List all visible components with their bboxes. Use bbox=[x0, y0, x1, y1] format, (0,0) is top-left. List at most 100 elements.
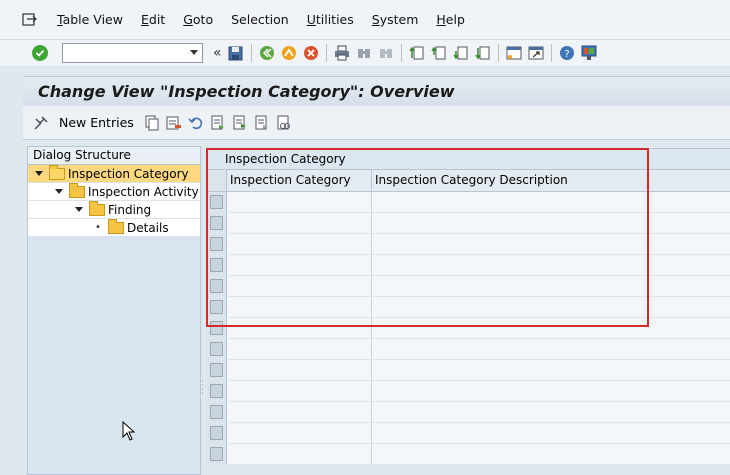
enter-check-icon[interactable] bbox=[32, 45, 48, 61]
select-all-rows-button[interactable] bbox=[207, 170, 227, 191]
tree-item-details[interactable]: • Details bbox=[28, 218, 200, 237]
cell-description[interactable] bbox=[372, 234, 730, 254]
cell-inspection-category[interactable] bbox=[227, 213, 372, 233]
cell-description[interactable] bbox=[372, 213, 730, 233]
cell-inspection-category[interactable] bbox=[227, 423, 372, 443]
undo-icon[interactable] bbox=[188, 115, 204, 131]
find-next-icon[interactable] bbox=[378, 45, 394, 61]
previous-page-icon[interactable] bbox=[430, 45, 447, 61]
copy-as-icon[interactable] bbox=[144, 115, 160, 131]
cancel-icon[interactable] bbox=[303, 45, 319, 61]
row-select-button[interactable] bbox=[207, 234, 227, 254]
back-icon[interactable] bbox=[259, 45, 275, 61]
find-icon[interactable] bbox=[356, 45, 372, 61]
table-row[interactable] bbox=[207, 213, 730, 234]
cell-description[interactable] bbox=[372, 381, 730, 401]
cell-inspection-category[interactable] bbox=[227, 339, 372, 359]
help-icon[interactable]: ? bbox=[559, 45, 575, 61]
expanded-triangle-icon[interactable] bbox=[75, 207, 83, 212]
collapse-command-icon[interactable]: « bbox=[213, 45, 222, 61]
table-row[interactable] bbox=[207, 444, 730, 465]
cell-inspection-category[interactable] bbox=[227, 318, 372, 338]
row-select-button[interactable] bbox=[207, 423, 227, 443]
menu-goto[interactable]: Goto bbox=[174, 12, 222, 27]
tree-item-finding[interactable]: Finding bbox=[28, 200, 200, 219]
expanded-triangle-icon[interactable] bbox=[55, 189, 63, 194]
select-all-icon[interactable] bbox=[210, 115, 226, 131]
exit-icon[interactable] bbox=[281, 45, 297, 61]
variant-icon[interactable] bbox=[276, 115, 292, 131]
select-block-icon[interactable] bbox=[232, 115, 248, 131]
tree-item-inspection-category[interactable]: Inspection Category bbox=[28, 164, 200, 183]
cell-description[interactable] bbox=[372, 423, 730, 443]
cell-inspection-category[interactable] bbox=[227, 234, 372, 254]
menu-edit[interactable]: Edit bbox=[132, 12, 174, 27]
new-session-icon[interactable] bbox=[506, 45, 522, 61]
cell-description[interactable] bbox=[372, 276, 730, 296]
menu-icon[interactable] bbox=[20, 10, 40, 30]
menu-table-view[interactable]: Table View bbox=[48, 12, 132, 27]
row-select-button[interactable] bbox=[207, 339, 227, 359]
cell-inspection-category[interactable] bbox=[227, 276, 372, 296]
row-select-button[interactable] bbox=[207, 402, 227, 422]
chevron-down-icon[interactable] bbox=[190, 50, 198, 55]
tree-item-inspection-activity[interactable]: Inspection Activity bbox=[28, 182, 200, 201]
cell-description[interactable] bbox=[372, 255, 730, 275]
cell-description[interactable] bbox=[372, 192, 730, 212]
menu-selection[interactable]: Selection bbox=[222, 12, 298, 27]
table-row[interactable] bbox=[207, 360, 730, 381]
cell-description[interactable] bbox=[372, 444, 730, 464]
print-icon[interactable] bbox=[334, 45, 350, 61]
cell-inspection-category[interactable] bbox=[227, 297, 372, 317]
cell-description[interactable] bbox=[372, 402, 730, 422]
last-page-icon[interactable] bbox=[474, 45, 491, 61]
row-select-button[interactable] bbox=[207, 213, 227, 233]
column-header-inspection-category[interactable]: Inspection Category bbox=[227, 170, 372, 191]
menu-help[interactable]: Help bbox=[427, 12, 474, 27]
table-row[interactable] bbox=[207, 234, 730, 255]
table-row[interactable] bbox=[207, 402, 730, 423]
table-row[interactable] bbox=[207, 276, 730, 297]
cell-inspection-category[interactable] bbox=[227, 381, 372, 401]
row-select-button[interactable] bbox=[207, 297, 227, 317]
leaf-bullet-icon: • bbox=[95, 222, 101, 233]
new-entries-button[interactable]: New Entries bbox=[59, 115, 134, 130]
cell-inspection-category[interactable] bbox=[227, 360, 372, 380]
row-select-button[interactable] bbox=[207, 444, 227, 464]
cell-inspection-category[interactable] bbox=[227, 192, 372, 212]
row-select-button[interactable] bbox=[207, 318, 227, 338]
next-page-icon[interactable] bbox=[452, 45, 469, 61]
row-select-button[interactable] bbox=[207, 255, 227, 275]
cell-description[interactable] bbox=[372, 339, 730, 359]
cell-description[interactable] bbox=[372, 297, 730, 317]
table-row[interactable] bbox=[207, 381, 730, 402]
table-row[interactable] bbox=[207, 423, 730, 444]
expanded-triangle-icon[interactable] bbox=[35, 171, 43, 176]
cell-inspection-category[interactable] bbox=[227, 255, 372, 275]
shortcut-icon[interactable] bbox=[528, 45, 544, 61]
cell-inspection-category[interactable] bbox=[227, 402, 372, 422]
row-select-button[interactable] bbox=[207, 381, 227, 401]
row-select-button[interactable] bbox=[207, 192, 227, 212]
command-field[interactable] bbox=[62, 43, 203, 63]
table-row[interactable] bbox=[207, 297, 730, 318]
deselect-all-icon[interactable] bbox=[254, 115, 270, 131]
table-row[interactable] bbox=[207, 318, 730, 339]
save-icon[interactable] bbox=[228, 45, 244, 61]
menu-system[interactable]: System bbox=[363, 12, 428, 27]
cell-description[interactable] bbox=[372, 318, 730, 338]
table-row[interactable] bbox=[207, 339, 730, 360]
layout-menu-icon[interactable] bbox=[581, 45, 597, 61]
first-page-icon[interactable] bbox=[408, 45, 425, 61]
table-row[interactable] bbox=[207, 255, 730, 276]
delete-icon[interactable] bbox=[166, 115, 182, 131]
row-select-button[interactable] bbox=[207, 360, 227, 380]
table-row[interactable] bbox=[207, 192, 730, 213]
display-change-icon[interactable] bbox=[33, 115, 49, 131]
panel-splitter[interactable]: · · · · bbox=[201, 378, 205, 398]
column-header-description[interactable]: Inspection Category Description bbox=[372, 170, 730, 191]
cell-inspection-category[interactable] bbox=[227, 444, 372, 464]
row-select-button[interactable] bbox=[207, 276, 227, 296]
menu-utilities[interactable]: Utilities bbox=[298, 12, 363, 27]
cell-description[interactable] bbox=[372, 360, 730, 380]
